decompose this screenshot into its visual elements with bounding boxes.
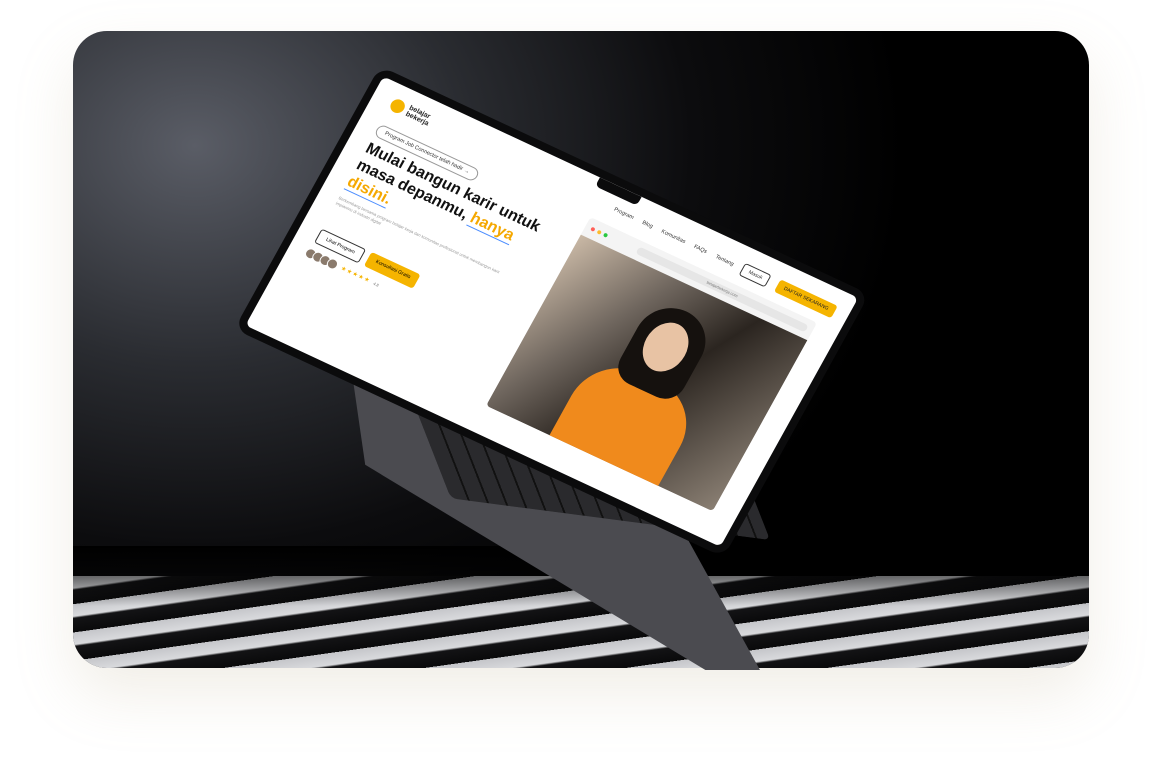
nav-item-faqs[interactable]: FAQs	[693, 244, 708, 255]
nav-item-program[interactable]: Program	[613, 207, 635, 221]
close-dot-icon	[590, 226, 596, 232]
brand-name: belajar bekerja	[404, 104, 432, 128]
rating-stars-icon: ★★★★★	[339, 265, 372, 285]
nav-item-community[interactable]: Komunitas	[660, 229, 686, 245]
site-logo[interactable]: belajar bekerja	[387, 97, 433, 128]
logo-icon	[387, 97, 408, 116]
maximize-dot-icon	[602, 232, 609, 238]
login-button[interactable]: Masuk	[738, 263, 772, 288]
minimize-dot-icon	[596, 229, 603, 235]
nav-item-blog[interactable]: Blog	[641, 220, 654, 230]
rating-value: 4.8	[372, 280, 380, 288]
nav-item-about[interactable]: Tentang	[714, 254, 735, 268]
